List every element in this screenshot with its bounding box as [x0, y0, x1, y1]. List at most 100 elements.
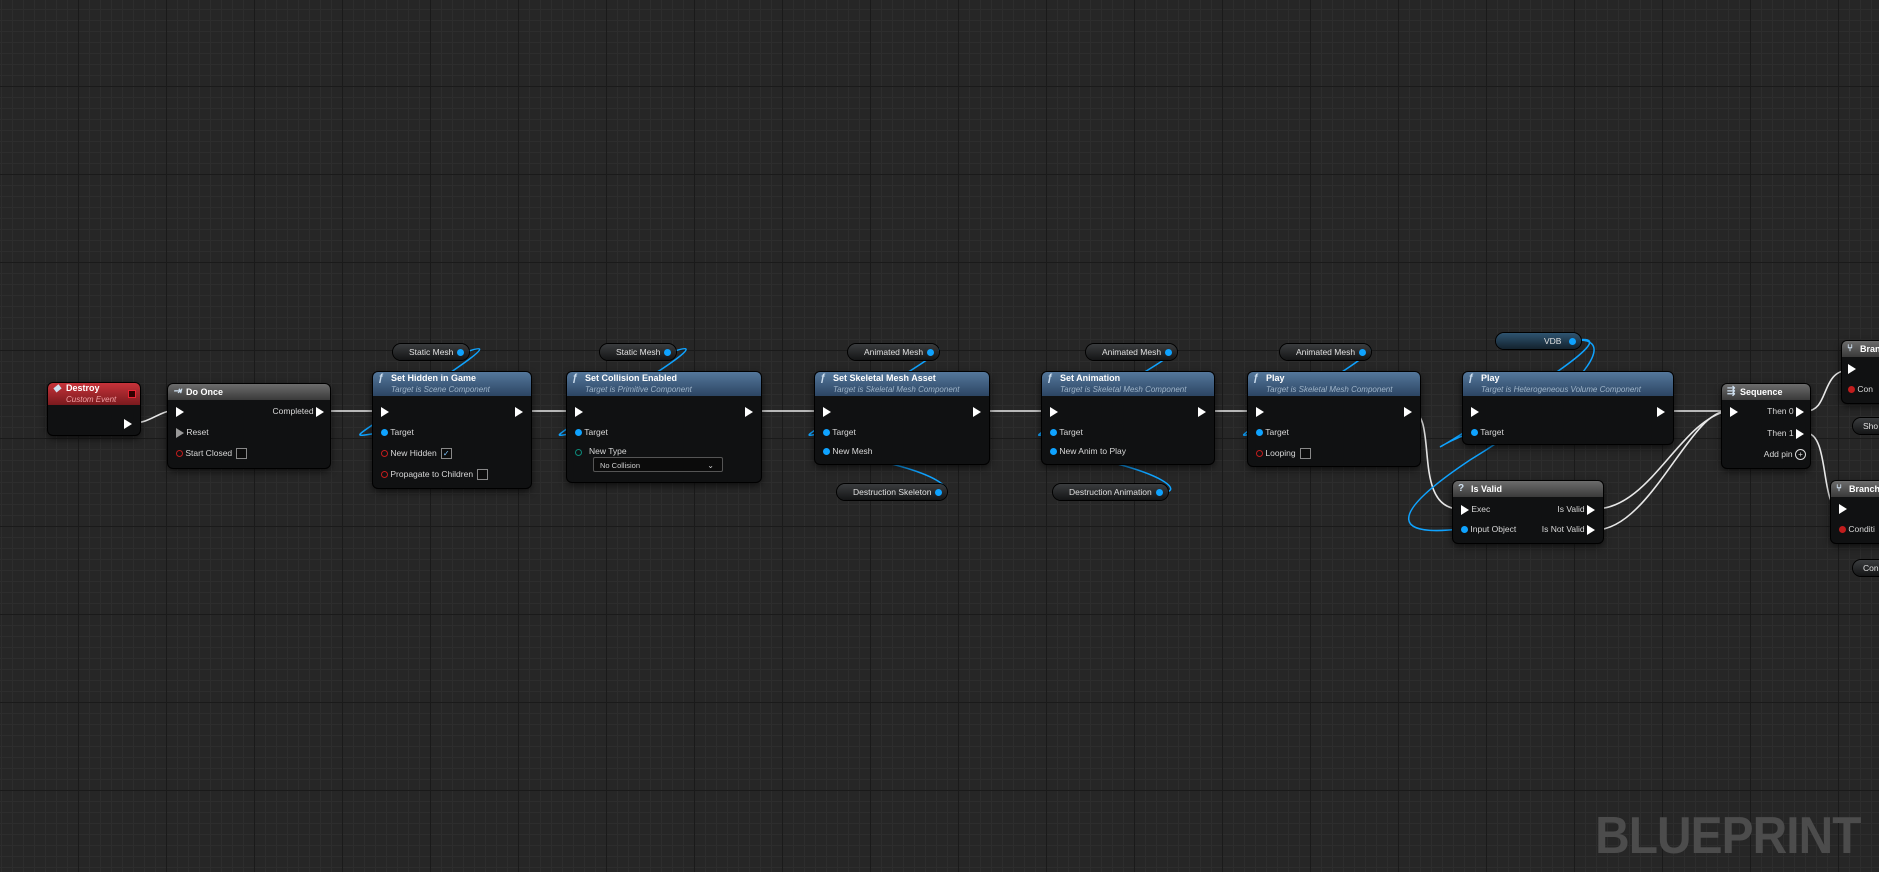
do-once-header: ⇥ Do Once [168, 384, 330, 400]
target-pin[interactable]: Target [1050, 427, 1083, 437]
looping-pin[interactable]: Looping [1256, 448, 1311, 460]
destroy-event-node[interactable]: ◆ Destroy Custom Event [48, 383, 140, 435]
new-mesh-label: New Mesh [832, 446, 873, 456]
new-hidden-checkbox[interactable]: ✓ [440, 448, 452, 460]
output-pin[interactable] [935, 488, 943, 496]
function-icon: ƒ [820, 373, 826, 384]
delegate-pin-icon[interactable] [128, 390, 136, 398]
is-valid-out-pin[interactable]: Is Valid [1557, 504, 1595, 515]
play-heterogeneous-volume-node[interactable]: ƒ Play Target is Heterogeneous Volume Co… [1463, 372, 1673, 444]
animated-mesh-variable-1[interactable]: Animated Mesh [848, 344, 940, 360]
exec-in-pin[interactable] [823, 406, 831, 417]
new-anim-label: New Anim to Play [1059, 446, 1126, 456]
branch-node-2[interactable]: ⑂ Branch Conditi [1831, 481, 1879, 543]
set-hidden-subtitle: Target is Scene Component [391, 385, 490, 394]
play-skeletal-node[interactable]: ƒ Play Target is Skeletal Mesh Component… [1248, 372, 1420, 466]
output-pin[interactable] [664, 348, 672, 356]
new-type-pin[interactable] [575, 447, 582, 457]
new-hidden-label: New Hidden [390, 448, 437, 458]
set-skeletal-mesh-asset-node[interactable]: ƒ Set Skeletal Mesh Asset Target is Skel… [815, 372, 989, 464]
start-closed-pin[interactable]: Start Closed [176, 448, 248, 460]
output-pin[interactable] [1569, 337, 1577, 345]
target-pin[interactable]: Target [823, 427, 856, 437]
then0-pin[interactable]: Then 0 [1767, 406, 1804, 417]
animated-mesh-variable-3[interactable]: Animated Mesh [1280, 344, 1372, 360]
completed-pin[interactable]: Completed [273, 406, 324, 417]
new-type-label: New Type [589, 446, 627, 456]
completed-label: Completed [272, 406, 314, 416]
branch-node-1[interactable]: ⑂ Branch Con [1842, 341, 1879, 403]
reset-pin[interactable]: Reset [176, 427, 209, 438]
exec-in-pin[interactable] [381, 406, 389, 417]
exec-in-pin[interactable]: Exec [1461, 504, 1490, 515]
new-type-dropdown[interactable]: No Collision ⌄ [593, 457, 723, 472]
sequence-node[interactable]: ⇶ Sequence Then 0 Then 1 Add pin + [1722, 384, 1810, 468]
static-mesh-variable-2[interactable]: Static Mesh [600, 344, 677, 360]
new-anim-pin[interactable]: New Anim to Play [1050, 446, 1126, 456]
exec-in-pin[interactable] [575, 406, 583, 417]
target-label: Target [1059, 427, 1083, 437]
exec-out-pin[interactable] [515, 406, 523, 417]
looping-checkbox[interactable] [1299, 448, 1311, 460]
destruction-skeleton-variable[interactable]: Destruction Skeleton [837, 484, 948, 500]
is-not-valid-out-pin[interactable]: Is Not Valid [1542, 524, 1595, 535]
play1-subtitle: Target is Skeletal Mesh Component [1266, 385, 1393, 394]
static-mesh-variable-1[interactable]: Static Mesh [393, 344, 470, 360]
partial-variable-1[interactable]: Sho [1853, 418, 1879, 434]
output-pin[interactable] [1359, 348, 1367, 356]
propagate-checkbox[interactable] [477, 469, 489, 481]
exec-out-pin[interactable] [1198, 406, 1206, 417]
exec-in-pin[interactable] [176, 406, 184, 417]
propagate-pin[interactable]: Propagate to Children [381, 469, 489, 481]
exec-in-pin[interactable] [1730, 406, 1738, 417]
exec-in-pin[interactable] [1256, 406, 1264, 417]
is-valid-node[interactable]: ? Is Valid Exec Input Object Is Valid Is… [1453, 481, 1603, 543]
input-object-pin[interactable]: Input Object [1461, 524, 1516, 534]
output-pin[interactable] [927, 348, 935, 356]
play2-title: Play [1481, 373, 1500, 383]
new-hidden-pin[interactable]: New Hidden ✓ [381, 448, 452, 460]
new-mesh-pin[interactable]: New Mesh [823, 446, 873, 456]
var-label: Static Mesh [616, 347, 661, 357]
set-collision-enabled-node[interactable]: ƒ Set Collision Enabled Target is Primit… [567, 372, 761, 482]
partial-variable-2[interactable]: Con [1853, 560, 1879, 576]
exec-out-pin[interactable] [745, 406, 753, 417]
set-hidden-in-game-node[interactable]: ƒ Set Hidden in Game Target is Scene Com… [373, 372, 531, 488]
var-label: Animated Mesh [864, 347, 924, 357]
target-pin[interactable]: Target [1471, 427, 1504, 437]
output-pin[interactable] [1165, 348, 1173, 356]
exec-in-pin[interactable] [1839, 503, 1847, 514]
condition-pin[interactable]: Con [1848, 384, 1873, 394]
plus-circle-icon: + [1795, 449, 1806, 461]
start-closed-checkbox[interactable] [236, 448, 248, 460]
branch1-title: Branch [1860, 344, 1879, 354]
do-once-title: Do Once [186, 387, 224, 397]
condition-pin[interactable]: Conditi [1839, 524, 1875, 534]
var-label: Destruction Animation [1069, 487, 1152, 497]
animated-mesh-variable-2[interactable]: Animated Mesh [1086, 344, 1178, 360]
target-pin[interactable]: Target [575, 427, 608, 437]
set-animation-node[interactable]: ƒ Set Animation Target is Skeletal Mesh … [1042, 372, 1214, 464]
output-pin[interactable] [1155, 488, 1163, 496]
exec-out-pin[interactable] [124, 418, 132, 429]
set-anim-subtitle: Target is Skeletal Mesh Component [1060, 385, 1187, 394]
destroy-title: Destroy [66, 383, 100, 393]
set-anim-title: Set Animation [1060, 373, 1121, 383]
target-pin[interactable]: Target [1256, 427, 1289, 437]
vdb-variable[interactable]: VDB [1496, 333, 1582, 349]
exec-out-pin[interactable] [1404, 406, 1412, 417]
set-skel-subtitle: Target is Skeletal Mesh Component [833, 385, 960, 394]
target-pin[interactable]: Target [381, 427, 414, 437]
output-pin[interactable] [457, 348, 465, 356]
play1-header: ƒ Play Target is Skeletal Mesh Component [1248, 372, 1420, 396]
add-pin-button[interactable]: Add pin + [1764, 449, 1806, 461]
exec-in-pin[interactable] [1050, 406, 1058, 417]
exec-out-pin[interactable] [1657, 406, 1665, 417]
propagate-label: Propagate to Children [390, 469, 474, 479]
exec-in-pin[interactable] [1848, 363, 1856, 374]
exec-in-pin[interactable] [1471, 406, 1479, 417]
destruction-animation-variable[interactable]: Destruction Animation [1053, 484, 1168, 500]
then1-pin[interactable]: Then 1 [1767, 428, 1804, 439]
do-once-node[interactable]: ⇥ Do Once Completed Reset Start Closed [168, 384, 330, 468]
exec-out-pin[interactable] [973, 406, 981, 417]
